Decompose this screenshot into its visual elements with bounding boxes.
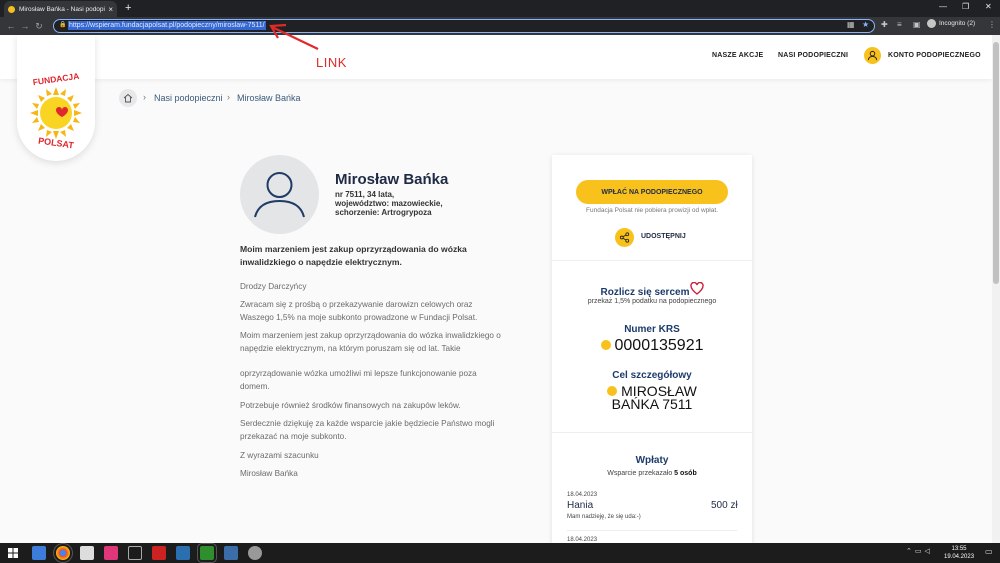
minimize-icon[interactable]: — [939, 2, 947, 11]
taskbar-app-icon[interactable] [248, 546, 262, 560]
donations-title: Wpłaty [635, 455, 669, 466]
incognito-profile[interactable]: Incognito (2) [927, 19, 975, 28]
taskbar-app-icon[interactable] [128, 546, 142, 560]
user-placeholder-icon [254, 172, 305, 218]
nav-nasi-podopieczni[interactable]: NASI PODOPIECZNI [778, 52, 848, 59]
divider [567, 530, 737, 531]
coin-icon [600, 339, 611, 350]
divider [552, 432, 752, 433]
taskbar-app-icon[interactable] [80, 546, 94, 560]
windows-taskbar [0, 543, 1000, 563]
profile-name: Mirosław Bańka [335, 171, 449, 188]
maximize-icon[interactable]: ❐ [962, 2, 969, 11]
tax-subtitle: przekaż 1,5% podatku na podopiecznego [587, 298, 717, 305]
browser-tab-strip [0, 0, 1000, 17]
goal-value[interactable]: MIROSŁAW BAŃKA 7511 [552, 384, 752, 411]
breadcrumb-separator-icon: › [143, 92, 146, 102]
favicon-icon [8, 5, 15, 13]
lock-icon[interactable]: 🔒 [59, 21, 66, 28]
nav-konto-podopiecznego[interactable]: KONTO PODOPIECZNEGO [888, 52, 981, 59]
reload-icon[interactable]: ↻ [32, 21, 46, 32]
windows-start-icon[interactable] [8, 548, 18, 558]
new-tab-button[interactable]: + [125, 2, 131, 14]
letter-signature: Mirosław Bańka [240, 469, 298, 478]
notifications-icon[interactable]: ▭ [985, 547, 993, 556]
url-text[interactable]: https://wspieram.fundacjapolsat.pl/podop… [68, 21, 266, 30]
tab-title: Mirosław Bańka - Nasi podopiecz [19, 5, 105, 13]
extensions-icon[interactable]: ✚ [881, 20, 888, 29]
tax-title: Rozlicz się sercem [600, 287, 690, 298]
nav-nasze-akcje[interactable]: NASZE AKCJE [712, 52, 763, 59]
taskbar-app-icon[interactable] [224, 546, 238, 560]
taskbar-app-icon[interactable] [104, 546, 118, 560]
fee-note: Fundacja Polsat nie pobiera prowizji od … [586, 207, 718, 214]
close-window-icon[interactable]: ✕ [985, 2, 992, 11]
incognito-icon [927, 19, 936, 28]
steam-icon[interactable] [176, 546, 190, 560]
letter-paragraph: Potrzebuje również środków finansowych n… [240, 401, 461, 410]
donation-name: Hania [567, 500, 594, 511]
goal-title: Cel szczegółowy [612, 370, 692, 381]
breadcrumb-home-icon[interactable] [119, 89, 137, 107]
donation-message: Mam nadzieję, że się uda:-) [567, 514, 641, 520]
avatar [240, 155, 319, 234]
user-account-icon[interactable] [864, 47, 881, 64]
letter-paragraph: Serdecznie dziękuję za każde wsparcie ja… [240, 419, 495, 441]
bookmark-star-icon[interactable]: ★ [862, 20, 869, 29]
breadcrumb-current: Mirosław Bańka [237, 93, 301, 103]
forward-icon[interactable]: → [18, 21, 32, 31]
scrollbar-thumb[interactable] [993, 42, 999, 284]
letter-paragraph: oprzyrządowanie wózka umożliwi mi lepsze… [240, 369, 477, 391]
incognito-label: Incognito (2) [939, 20, 976, 27]
browser-tab[interactable]: Mirosław Bańka - Nasi podopiecz × [4, 1, 117, 17]
breadcrumb-nasi-podopieczni[interactable]: Nasi podopieczni [154, 93, 223, 103]
taskbar-app-icon[interactable] [197, 543, 217, 563]
donation-date: 18.04.2023 [567, 492, 598, 498]
profile-meta-number-age: nr 7511, 34 lata, [335, 190, 395, 199]
letter-paragraph: Zwracam się z prośbą o przekazywanie dar… [240, 300, 478, 322]
coin-icon [607, 386, 618, 397]
chrome-icon[interactable] [53, 543, 73, 563]
letter-paragraph: Moim marzeniem jest zakup oprzyrządowani… [240, 331, 501, 353]
share-button[interactable]: UDOSTĘPNIJ [641, 233, 686, 240]
taskbar-app-icon[interactable] [32, 546, 46, 560]
system-tray-icons[interactable]: ⌃▭◁ [906, 547, 933, 555]
letter-closing: Z wyrazami szacunku [240, 451, 319, 460]
donation-amount: 500 zł [711, 500, 738, 511]
taskbar-app-icon[interactable] [152, 546, 166, 560]
taskbar-clock[interactable]: 13:55 19.04.2023 [944, 545, 974, 561]
annotation-arrow [269, 23, 319, 50]
letter-greeting: Drodzy Darczyńcy [240, 282, 307, 291]
profile-dream: Moim marzeniem jest zakup oprzyrządowani… [240, 244, 467, 267]
fundacja-polsat-logo[interactable]: FUNDACJA POLSAT [17, 35, 95, 161]
krs-title: Numer KRS [624, 324, 680, 335]
divider [552, 260, 752, 261]
reading-list-icon[interactable]: ≡ [897, 20, 902, 29]
back-icon[interactable]: ← [4, 21, 18, 31]
heart-icon [690, 282, 704, 295]
side-panel-icon[interactable]: ▣ [913, 20, 921, 29]
krs-value[interactable]: 0000135921 [552, 337, 752, 355]
share-icon[interactable] [615, 228, 634, 247]
breadcrumb-separator-icon: › [227, 92, 230, 102]
annotation-link-label: LINK [316, 55, 347, 70]
qr-icon[interactable]: ▦ [847, 20, 855, 29]
tab-close-icon[interactable]: × [108, 5, 113, 14]
donations-count-line: Wsparcie przekazało 5 osób [607, 470, 697, 477]
profile-meta-region: województwo: mazowieckie, [335, 199, 443, 208]
menu-dots-icon[interactable]: ⋮ [988, 20, 996, 29]
profile-meta-condition: schorzenie: Artrogrypoza [335, 208, 432, 217]
donate-button[interactable]: WPŁAĆ NA PODOPIECZNEGO [576, 180, 728, 204]
